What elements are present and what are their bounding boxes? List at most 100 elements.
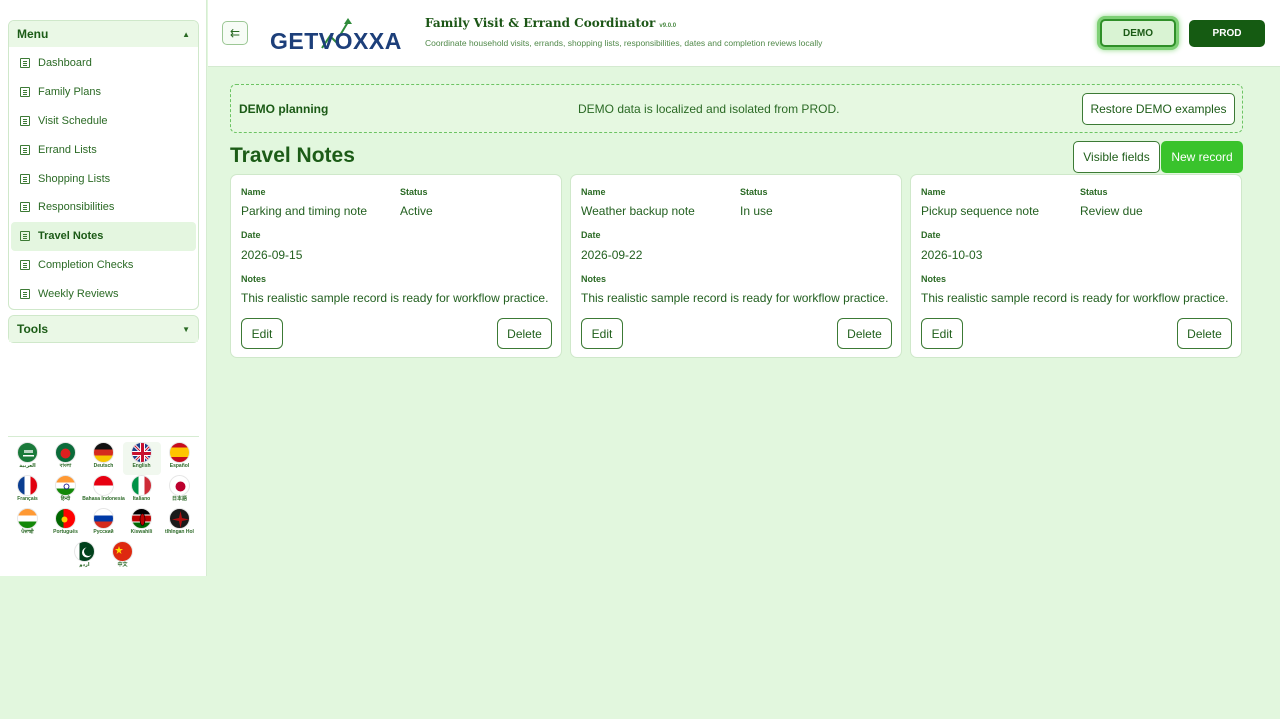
language-french[interactable]: Français bbox=[9, 475, 47, 508]
record-card: Name Status Weather backup note In use D… bbox=[570, 174, 902, 358]
language-selector: العربية বাংলা Deutsch English Español Fr… bbox=[8, 436, 199, 574]
notice-title: DEMO planning bbox=[239, 102, 329, 116]
language-english[interactable]: English bbox=[122, 442, 161, 475]
app-subtitle: Coordinate household visits, errands, sh… bbox=[425, 38, 823, 48]
language-label: Español bbox=[169, 463, 190, 469]
language-label: Bahasa Indonesia bbox=[82, 496, 125, 502]
document-icon bbox=[20, 173, 30, 184]
record-name: Parking and timing note bbox=[241, 204, 368, 218]
collapse-sidebar-button[interactable]: ⇇ bbox=[222, 21, 248, 45]
language-label: Русский bbox=[93, 529, 114, 535]
edit-button[interactable]: Edit bbox=[241, 318, 283, 349]
record-date: 2026-09-15 bbox=[241, 248, 303, 262]
record-status: Review due bbox=[1080, 204, 1143, 218]
spain-flag-icon bbox=[169, 442, 190, 463]
sidebar-item-label: Responsibilities bbox=[38, 201, 115, 214]
visible-fields-button[interactable]: Visible fields bbox=[1073, 141, 1160, 173]
sidebar: Menu ▲ Dashboard Family Plans Visit Sche… bbox=[0, 0, 207, 576]
app-version: v9.0.0 bbox=[659, 23, 677, 29]
sidebar-item-label: Dashboard bbox=[38, 57, 92, 70]
italy-flag-icon bbox=[131, 475, 152, 496]
language-hindi[interactable]: हिन्दी bbox=[47, 475, 85, 508]
sidebar-item-label: Family Plans bbox=[38, 86, 101, 99]
record-notes: This realistic sample record is ready fo… bbox=[241, 291, 549, 305]
new-record-button[interactable]: New record bbox=[1161, 141, 1243, 173]
language-klingon[interactable]: tlhIngan Hol bbox=[161, 508, 199, 541]
document-icon bbox=[20, 144, 30, 155]
language-label: اردو bbox=[79, 562, 90, 568]
sidebar-item-responsibilities[interactable]: Responsibilities bbox=[11, 193, 196, 222]
document-icon bbox=[20, 58, 30, 69]
edit-button[interactable]: Edit bbox=[921, 318, 963, 349]
document-icon bbox=[20, 231, 30, 242]
menu-header[interactable]: Menu ▲ bbox=[9, 21, 198, 47]
sidebar-item-visit-schedule[interactable]: Visit Schedule bbox=[11, 107, 196, 136]
document-icon bbox=[20, 202, 30, 213]
document-icon bbox=[20, 288, 30, 299]
kenya-flag-icon bbox=[131, 508, 152, 529]
tools-header[interactable]: Tools ▼ bbox=[9, 316, 198, 342]
notice-message: DEMO data is localized and isolated from… bbox=[578, 102, 840, 116]
language-urdu[interactable]: اردو bbox=[66, 541, 104, 574]
delete-button[interactable]: Delete bbox=[497, 318, 552, 349]
tools-panel[interactable]: Tools ▼ bbox=[8, 315, 199, 343]
record-cards: Name Status Parking and timing note Acti… bbox=[230, 174, 1243, 358]
restore-demo-button[interactable]: Restore DEMO examples bbox=[1082, 93, 1235, 125]
chevron-up-icon[interactable]: ▲ bbox=[182, 30, 190, 39]
sidebar-item-label: Visit Schedule bbox=[38, 114, 108, 127]
page-title: Travel Notes bbox=[230, 144, 355, 167]
notes-label: Notes bbox=[921, 274, 947, 284]
language-german[interactable]: Deutsch bbox=[85, 442, 123, 475]
name-label: Name bbox=[241, 187, 266, 197]
name-label: Name bbox=[581, 187, 606, 197]
language-label: Italiano bbox=[132, 496, 151, 502]
language-japanese[interactable]: 日本語 bbox=[161, 475, 199, 508]
portugal-flag-icon bbox=[55, 508, 76, 529]
language-label: हिन्दी bbox=[60, 496, 71, 502]
record-notes: This realistic sample record is ready fo… bbox=[921, 291, 1229, 305]
sidebar-item-label: Completion Checks bbox=[38, 258, 134, 271]
language-arabic[interactable]: العربية bbox=[9, 442, 47, 475]
delete-button[interactable]: Delete bbox=[837, 318, 892, 349]
language-portuguese[interactable]: Português bbox=[47, 508, 85, 541]
sidebar-item-errand-lists[interactable]: Errand Lists bbox=[11, 135, 196, 164]
sidebar-item-family-plans[interactable]: Family Plans bbox=[11, 78, 196, 107]
app-name: Family Visit & Errand Coordinator bbox=[425, 16, 656, 30]
record-card: Name Status Parking and timing note Acti… bbox=[230, 174, 562, 358]
language-italian[interactable]: Italiano bbox=[123, 475, 161, 508]
language-label: English bbox=[132, 463, 151, 469]
language-indonesian[interactable]: Bahasa Indonesia bbox=[82, 475, 125, 508]
language-russian[interactable]: Русский bbox=[85, 508, 123, 541]
top-header: ⇇ GETVOXXA Family Visit & Errand Coordin… bbox=[208, 0, 1280, 67]
sidebar-item-completion-checks[interactable]: Completion Checks bbox=[11, 251, 196, 280]
sidebar-item-dashboard[interactable]: Dashboard bbox=[11, 49, 196, 78]
delete-button[interactable]: Delete bbox=[1177, 318, 1232, 349]
indonesia-flag-icon bbox=[93, 475, 114, 496]
sidebar-item-weekly-reviews[interactable]: Weekly Reviews bbox=[11, 279, 196, 308]
india-flag-icon bbox=[17, 508, 38, 529]
language-chinese[interactable]: 中文 bbox=[104, 541, 142, 574]
chevron-down-icon[interactable]: ▼ bbox=[182, 325, 190, 334]
language-bengali[interactable]: বাংলা bbox=[47, 442, 85, 475]
record-notes: This realistic sample record is ready fo… bbox=[581, 291, 889, 305]
language-label: বাংলা bbox=[59, 463, 72, 469]
france-flag-icon bbox=[17, 475, 38, 496]
language-label: Français bbox=[17, 496, 38, 502]
language-swahili[interactable]: Kiswahili bbox=[123, 508, 161, 541]
record-name: Weather backup note bbox=[581, 204, 695, 218]
sidebar-item-travel-notes[interactable]: Travel Notes bbox=[11, 221, 196, 251]
prod-mode-button[interactable]: PROD bbox=[1189, 20, 1265, 47]
demo-mode-button[interactable]: DEMO bbox=[1100, 19, 1176, 47]
language-label: Kiswahili bbox=[130, 529, 153, 535]
edit-button[interactable]: Edit bbox=[581, 318, 623, 349]
sidebar-item-shopping-lists[interactable]: Shopping Lists bbox=[11, 164, 196, 193]
document-icon bbox=[20, 115, 30, 126]
klingon-emblem-icon bbox=[169, 508, 190, 529]
date-label: Date bbox=[241, 230, 261, 240]
sidebar-item-label: Weekly Reviews bbox=[38, 287, 119, 300]
collapse-menu-icon: ⇇ bbox=[229, 26, 241, 40]
language-spanish[interactable]: Español bbox=[161, 442, 199, 475]
name-label: Name bbox=[921, 187, 946, 197]
language-punjabi[interactable]: ਪੰਜਾਬੀ bbox=[9, 508, 47, 541]
sidebar-item-label: Travel Notes bbox=[38, 230, 104, 243]
